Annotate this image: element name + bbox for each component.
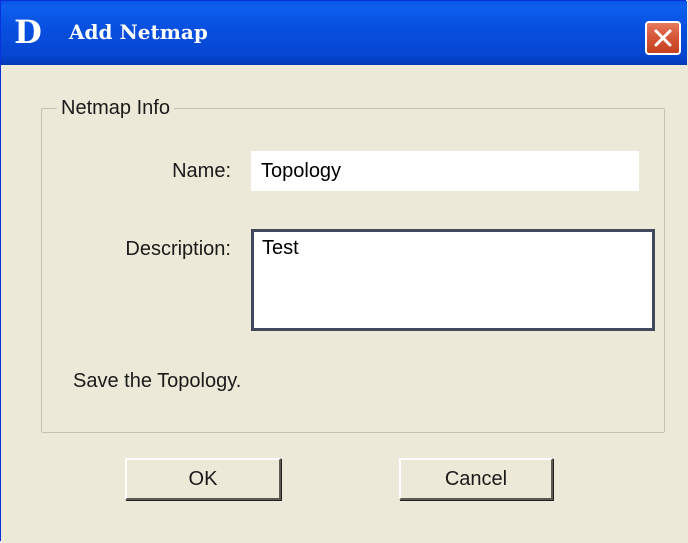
description-label: Description: (125, 238, 231, 260)
ok-button[interactable]: OK (125, 458, 281, 500)
window-title: Add Netmap (69, 20, 208, 44)
title-bar[interactable]: D Add Netmap (1, 1, 687, 65)
dlink-logo-icon: D (14, 13, 42, 51)
dialog-body: Netmap Info Name: Topology Description: … (1, 65, 687, 542)
description-textarea[interactable]: Test (251, 229, 655, 331)
name-input[interactable]: Topology (251, 151, 639, 191)
groupbox-legend: Netmap Info (57, 96, 174, 120)
name-label: Name: (172, 160, 231, 182)
status-message: Save the Topology. (73, 370, 242, 392)
close-button[interactable] (645, 21, 681, 55)
close-x-icon (654, 29, 672, 47)
cancel-button[interactable]: Cancel (399, 458, 553, 500)
add-netmap-dialog: D Add Netmap Netmap Info Name: Topology … (0, 0, 687, 542)
